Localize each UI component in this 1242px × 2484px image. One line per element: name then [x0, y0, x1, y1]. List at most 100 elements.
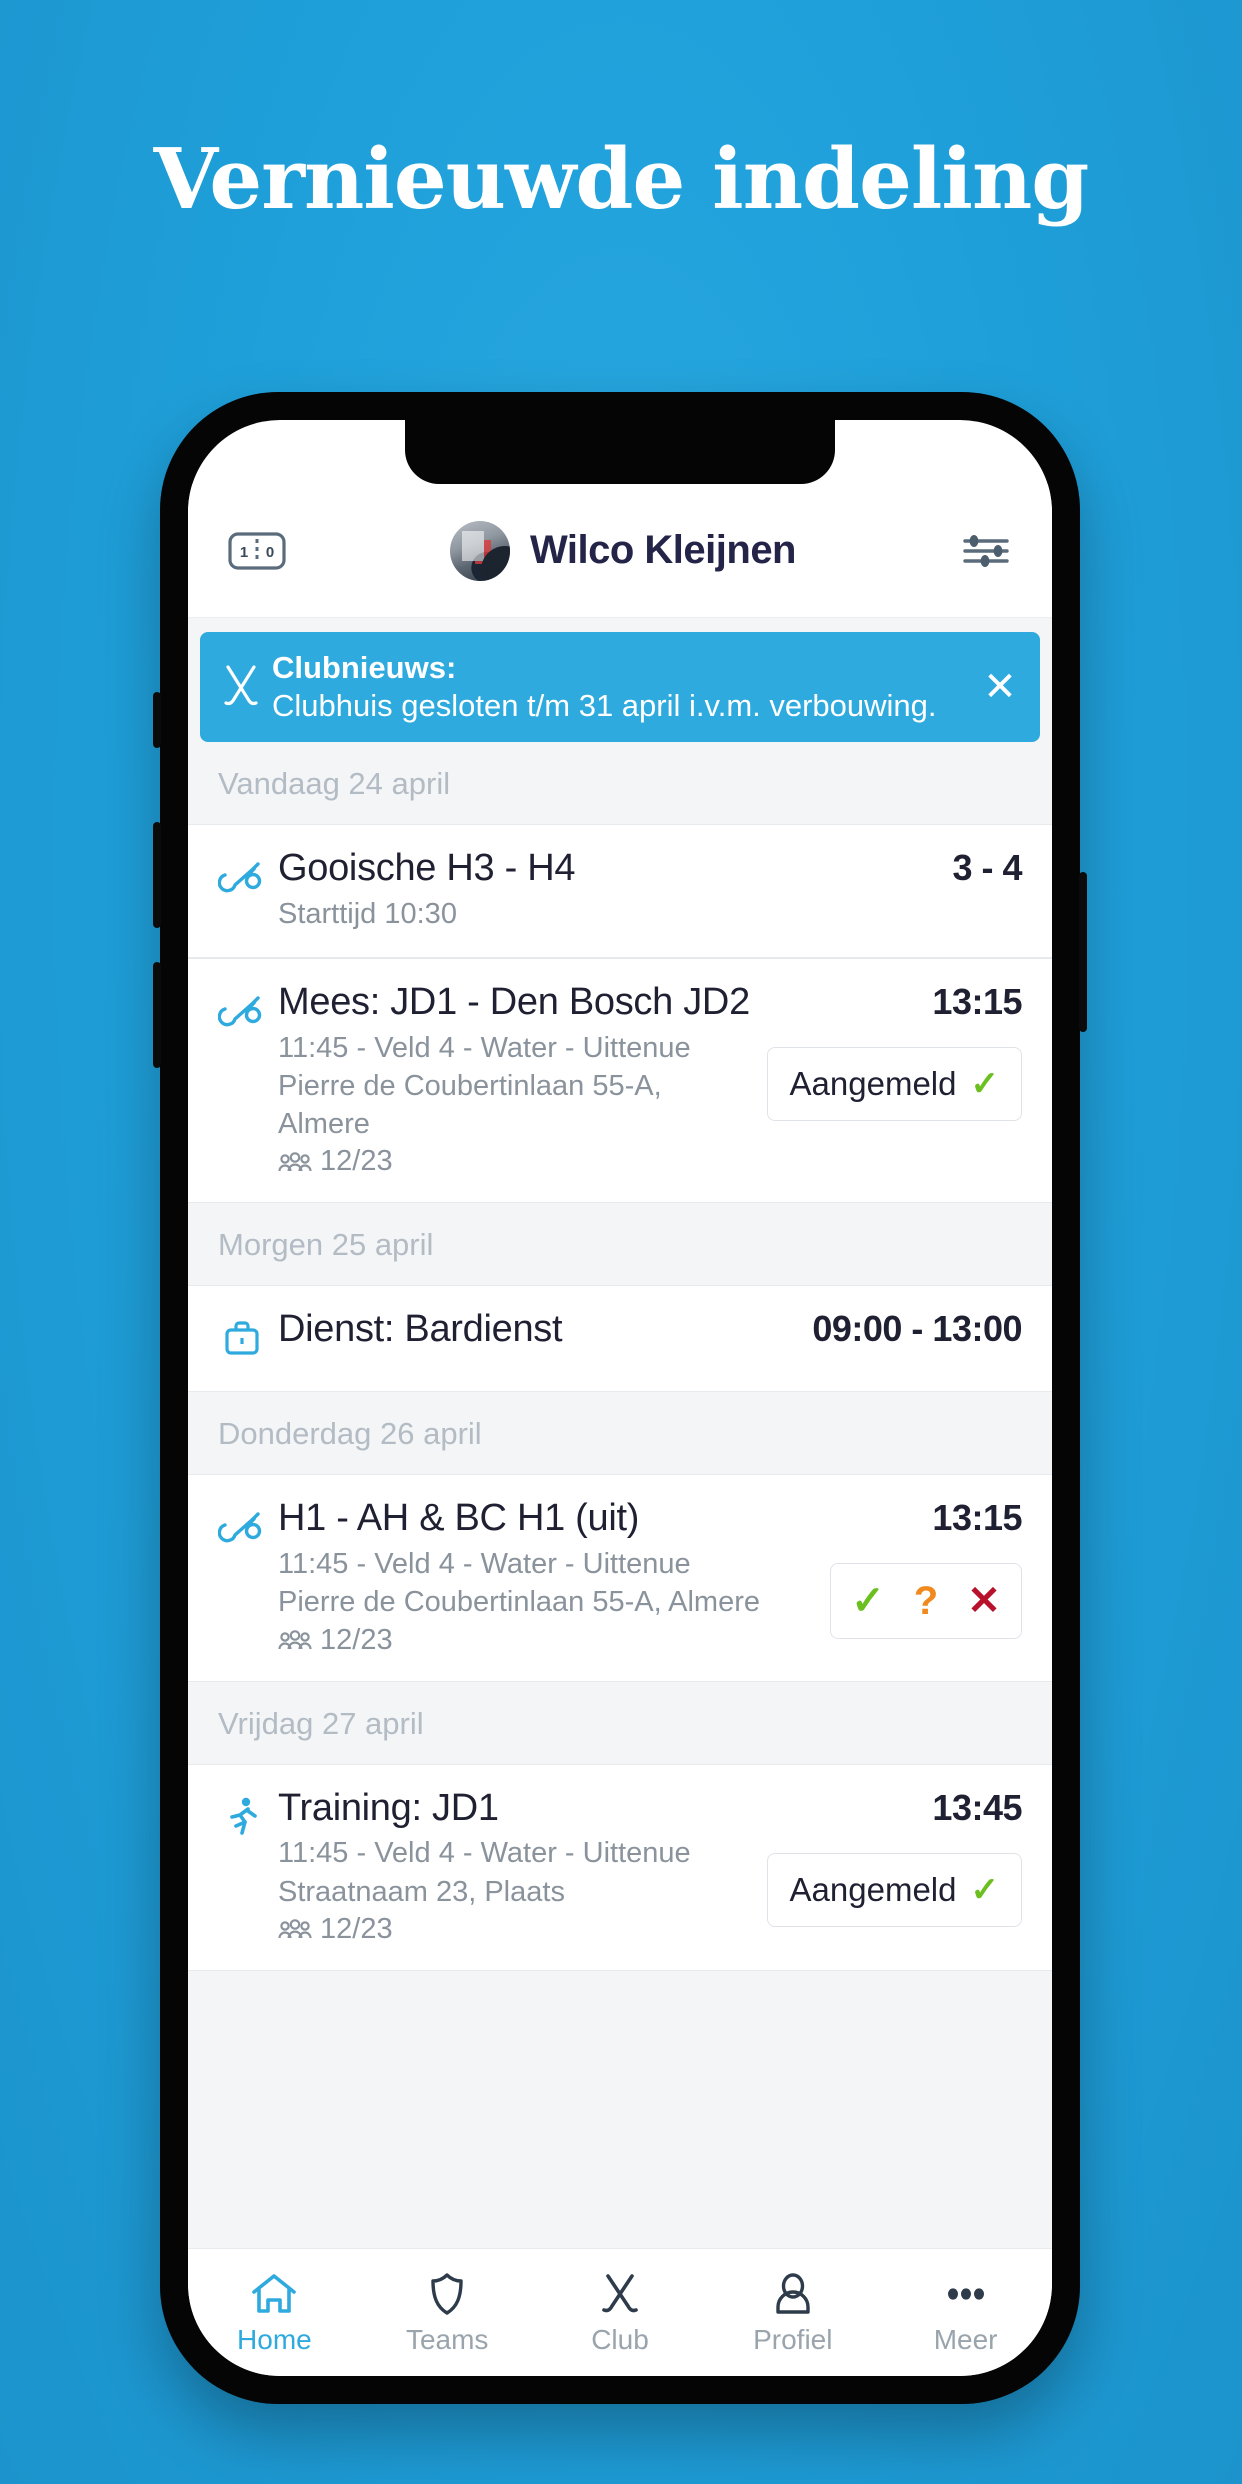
event-location-line: Pierre de Coubertinlaan 55-A, Almere — [278, 1586, 760, 1619]
list-item[interactable]: H1 - AH & BC H1 (uit) 11:45 - Veld 4 - W… — [188, 1474, 1052, 1682]
page-title: Vernieuwde indeling — [153, 130, 1090, 228]
rsvp-maybe-button[interactable]: ? — [897, 1576, 955, 1626]
avatar[interactable] — [449, 520, 510, 581]
day-header: Donderdag 26 april — [188, 1392, 1052, 1475]
event-main: Mees: JD1 - Den Bosch JD2 11:45 - Veld 4… — [278, 981, 753, 1178]
hockey-stick-ball-icon — [217, 981, 266, 1178]
event-title: Dienst: Bardienst — [278, 1308, 563, 1351]
tab-home[interactable]: Home — [188, 2270, 361, 2356]
event-detail-line: 11:45 - Veld 4 - Water - Uittenue — [278, 1031, 691, 1064]
event-time: 13:45 — [932, 1786, 1022, 1828]
tab-meer[interactable]: Meer — [879, 2270, 1052, 2356]
people-icon — [278, 1628, 312, 1652]
check-icon: ✓ — [970, 1870, 1000, 1909]
event-attendance: 12/23 — [278, 1913, 753, 1946]
club-news-banner[interactable]: Clubnieuws: Clubhuis gesloten t/m 31 apr… — [200, 632, 1040, 742]
event-detail-line: 11:45 - Veld 4 - Water - Uittenue — [278, 1548, 691, 1581]
tab-home-label: Home — [237, 2323, 312, 2355]
attendance-count: 12/23 — [320, 1145, 393, 1178]
hockey-sticks-icon — [218, 661, 264, 713]
event-right: 13:15 ✓ ? ✕ — [830, 1497, 1022, 1656]
event-time: 13:15 — [932, 1497, 1022, 1539]
day-header: Vandaag 24 april — [188, 742, 1052, 824]
content-scroll[interactable]: Clubnieuws: Clubhuis gesloten t/m 31 apr… — [188, 618, 1052, 2248]
people-icon — [278, 1150, 312, 1174]
tab-profiel-label: Profiel — [753, 2323, 833, 2355]
close-icon[interactable]: ✕ — [978, 665, 1022, 709]
event-right: 09:00 - 13:00 — [812, 1308, 1022, 1367]
user-name: Wilco Kleijnen — [529, 528, 797, 572]
tab-teams-label: Teams — [405, 2323, 489, 2355]
list-item[interactable]: Training: JD1 11:45 - Veld 4 - Water - U… — [188, 1763, 1052, 1971]
people-icon — [278, 1917, 312, 1941]
event-location-line: Pierre de Coubertinlaan 55-A, Almere — [278, 1069, 662, 1141]
status-badge[interactable]: Aangemeld ✓ — [766, 1046, 1022, 1121]
event-title: Mees: JD1 - Den Bosch JD2 — [278, 980, 750, 1023]
hockey-stick-ball-icon — [217, 847, 266, 933]
event-main: Dienst: Bardienst — [278, 1308, 798, 1367]
event-attendance: 12/23 — [278, 1624, 816, 1657]
phone-screen: 1 0 Wilco Kleijnen Clubnieuws: Clubhuis … — [188, 420, 1052, 2376]
event-location-line: Straatnaam 23, Plaats — [278, 1875, 565, 1908]
phone-button-volume-up — [153, 822, 161, 928]
phone-notch — [405, 420, 835, 484]
attendance-count: 12/23 — [320, 1912, 393, 1945]
tab-meer-label: Meer — [933, 2323, 998, 2355]
list-item[interactable]: Mees: JD1 - Den Bosch JD2 11:45 - Veld 4… — [188, 957, 1052, 1204]
rsvp-group: ✓ ? ✕ — [830, 1563, 1022, 1640]
event-main: Gooische H3 - H4 Starttijd 10:30 — [278, 847, 938, 933]
event-detail-line: 11:45 - Veld 4 - Water - Uittenue — [278, 1837, 691, 1870]
rsvp-no-button[interactable]: ✕ — [955, 1576, 1013, 1626]
bottom-navigation: Home Teams Club Profiel Meer — [188, 2248, 1052, 2376]
ellipsis-icon — [940, 2270, 992, 2318]
event-main: H1 - AH & BC H1 (uit) 11:45 - Veld 4 - W… — [278, 1497, 816, 1656]
hockey-stick-ball-icon — [217, 1497, 266, 1656]
day-header: Morgen 25 april — [188, 1203, 1052, 1286]
home-icon — [248, 2270, 300, 2318]
svg-text:0: 0 — [266, 544, 274, 561]
shield-icon — [421, 2270, 473, 2318]
event-main: Training: JD1 11:45 - Veld 4 - Water - U… — [278, 1787, 753, 1946]
tab-club[interactable]: Club — [534, 2270, 707, 2356]
rsvp-yes-button[interactable]: ✓ — [839, 1576, 897, 1626]
event-detail-line: Starttijd 10:30 — [278, 897, 457, 930]
match-score: 3 - 4 — [952, 847, 1022, 888]
list-bottom-spacer — [188, 1970, 1052, 2041]
event-title: H1 - AH & BC H1 (uit) — [278, 1497, 640, 1540]
status-badge-label: Aangemeld — [789, 1870, 957, 1908]
event-right: 3 - 4 — [952, 847, 1022, 933]
header-user[interactable]: Wilco Kleijnen — [286, 520, 960, 581]
hockey-sticks-icon — [594, 2270, 646, 2318]
status-badge-label: Aangemeld — [789, 1064, 957, 1102]
status-badge[interactable]: Aangemeld ✓ — [766, 1852, 1022, 1927]
tab-club-label: Club — [591, 2323, 649, 2355]
app-header: 1 0 Wilco Kleijnen — [188, 484, 1052, 618]
running-person-icon — [218, 1787, 266, 1946]
scoreboard-icon[interactable]: 1 0 — [228, 530, 286, 572]
event-time: 13:15 — [932, 980, 1022, 1022]
sliders-icon[interactable] — [960, 530, 1012, 572]
tab-profiel[interactable]: Profiel — [706, 2270, 879, 2356]
attendance-count: 12/23 — [320, 1623, 393, 1656]
event-right: 13:45 Aangemeld ✓ — [766, 1786, 1022, 1946]
briefcase-icon — [218, 1308, 266, 1367]
phone-button-silent — [153, 692, 161, 748]
event-title: Training: JD1 — [278, 1786, 499, 1829]
list-item[interactable]: Dienst: Bardienst 09:00 - 13:00 — [188, 1285, 1052, 1393]
banner-text: Clubnieuws: Clubhuis gesloten t/m 31 apr… — [272, 649, 968, 725]
phone-frame: 1 0 Wilco Kleijnen Clubnieuws: Clubhuis … — [153, 392, 1087, 2404]
banner-subtitle: Clubhuis gesloten t/m 31 april i.v.m. ve… — [272, 688, 937, 723]
person-icon — [767, 2270, 819, 2318]
tab-teams[interactable]: Teams — [361, 2270, 534, 2356]
event-title: Gooische H3 - H4 — [278, 847, 576, 889]
phone-button-power — [1079, 872, 1087, 1032]
list-item[interactable]: Gooische H3 - H4 Starttijd 10:30 3 - 4 — [188, 824, 1052, 958]
check-icon: ✓ — [970, 1064, 1000, 1103]
banner-title: Clubnieuws: — [272, 650, 457, 686]
event-attendance: 12/23 — [278, 1145, 753, 1178]
day-header: Vrijdag 27 april — [188, 1681, 1052, 1764]
phone-button-volume-down — [153, 962, 161, 1068]
event-right: 13:15 Aangemeld ✓ — [766, 980, 1022, 1178]
event-time: 09:00 - 13:00 — [812, 1308, 1022, 1350]
svg-text:1: 1 — [240, 544, 248, 561]
